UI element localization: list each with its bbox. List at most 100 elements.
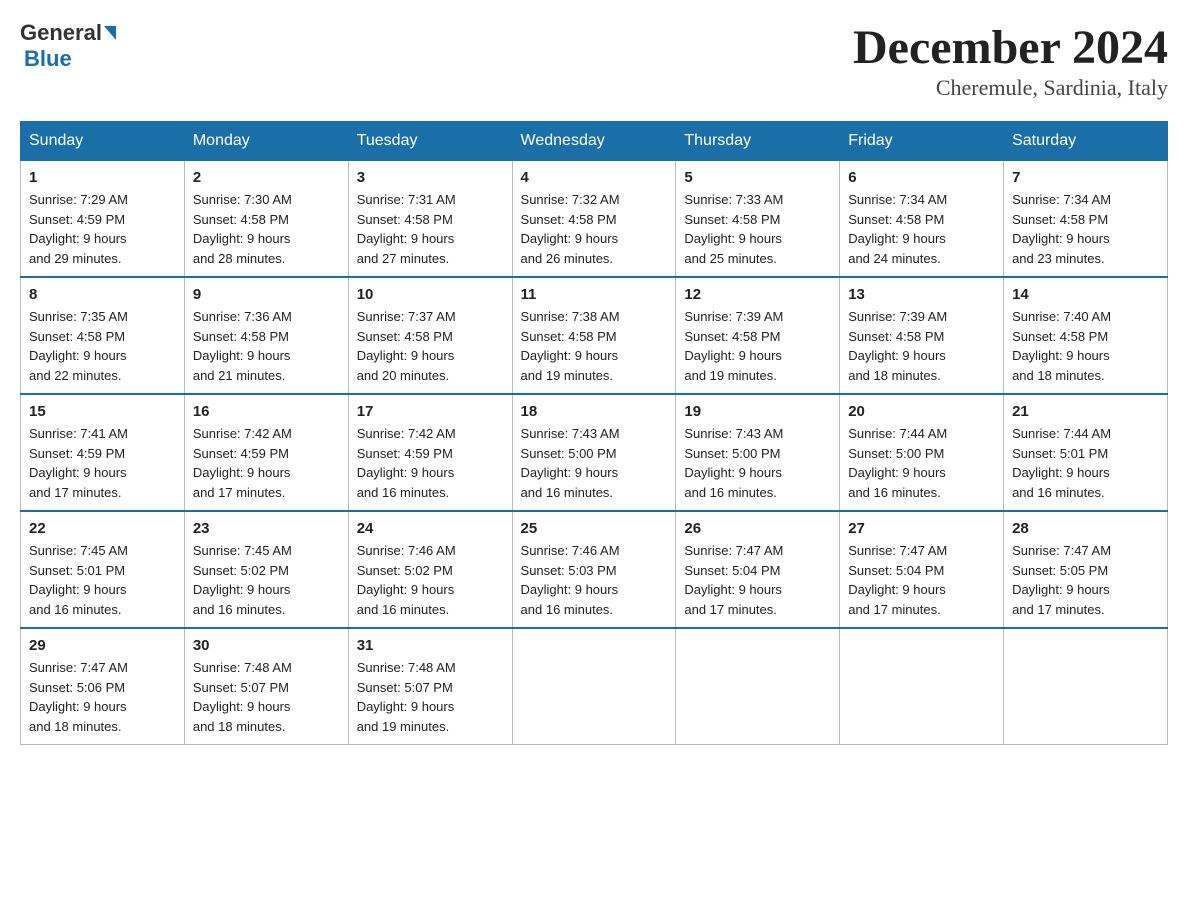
day-info: Sunrise: 7:35 AM Sunset: 4:58 PM Dayligh…: [29, 307, 176, 385]
day-number: 30: [193, 637, 340, 654]
calendar-cell: 19 Sunrise: 7:43 AM Sunset: 5:00 PM Dayl…: [676, 394, 840, 511]
calendar-cell: 10 Sunrise: 7:37 AM Sunset: 4:58 PM Dayl…: [348, 277, 512, 394]
calendar-cell: 5 Sunrise: 7:33 AM Sunset: 4:58 PM Dayli…: [676, 161, 840, 278]
day-number: 19: [684, 403, 831, 420]
calendar-cell: 2 Sunrise: 7:30 AM Sunset: 4:58 PM Dayli…: [184, 161, 348, 278]
day-info: Sunrise: 7:37 AM Sunset: 4:58 PM Dayligh…: [357, 307, 504, 385]
day-info: Sunrise: 7:38 AM Sunset: 4:58 PM Dayligh…: [521, 307, 668, 385]
day-info: Sunrise: 7:40 AM Sunset: 4:58 PM Dayligh…: [1012, 307, 1159, 385]
day-number: 17: [357, 403, 504, 420]
calendar-cell: 13 Sunrise: 7:39 AM Sunset: 4:58 PM Dayl…: [840, 277, 1004, 394]
weekday-header-thursday: Thursday: [676, 122, 840, 161]
calendar-cell: 3 Sunrise: 7:31 AM Sunset: 4:58 PM Dayli…: [348, 161, 512, 278]
weekday-header-row: SundayMondayTuesdayWednesdayThursdayFrid…: [21, 122, 1168, 161]
day-info: Sunrise: 7:45 AM Sunset: 5:01 PM Dayligh…: [29, 541, 176, 619]
logo-text: General: [20, 20, 118, 46]
day-number: 4: [521, 169, 668, 186]
calendar-week-row: 8 Sunrise: 7:35 AM Sunset: 4:58 PM Dayli…: [21, 277, 1168, 394]
day-info: Sunrise: 7:45 AM Sunset: 5:02 PM Dayligh…: [193, 541, 340, 619]
day-number: 5: [684, 169, 831, 186]
calendar-cell: 1 Sunrise: 7:29 AM Sunset: 4:59 PM Dayli…: [21, 161, 185, 278]
day-number: 23: [193, 520, 340, 537]
day-info: Sunrise: 7:39 AM Sunset: 4:58 PM Dayligh…: [848, 307, 995, 385]
day-number: 27: [848, 520, 995, 537]
day-info: Sunrise: 7:34 AM Sunset: 4:58 PM Dayligh…: [1012, 190, 1159, 268]
calendar-cell: 24 Sunrise: 7:46 AM Sunset: 5:02 PM Dayl…: [348, 511, 512, 628]
day-number: 18: [521, 403, 668, 420]
calendar-week-row: 1 Sunrise: 7:29 AM Sunset: 4:59 PM Dayli…: [21, 161, 1168, 278]
calendar-cell: 17 Sunrise: 7:42 AM Sunset: 4:59 PM Dayl…: [348, 394, 512, 511]
weekday-header-tuesday: Tuesday: [348, 122, 512, 161]
calendar-cell: 15 Sunrise: 7:41 AM Sunset: 4:59 PM Dayl…: [21, 394, 185, 511]
calendar-cell: 27 Sunrise: 7:47 AM Sunset: 5:04 PM Dayl…: [840, 511, 1004, 628]
calendar-cell: 6 Sunrise: 7:34 AM Sunset: 4:58 PM Dayli…: [840, 161, 1004, 278]
calendar-cell: 16 Sunrise: 7:42 AM Sunset: 4:59 PM Dayl…: [184, 394, 348, 511]
page-subtitle: Cheremule, Sardinia, Italy: [853, 75, 1168, 101]
day-number: 13: [848, 286, 995, 303]
day-info: Sunrise: 7:46 AM Sunset: 5:02 PM Dayligh…: [357, 541, 504, 619]
calendar-table: SundayMondayTuesdayWednesdayThursdayFrid…: [20, 121, 1168, 745]
calendar-cell: [1004, 628, 1168, 745]
calendar-cell: 23 Sunrise: 7:45 AM Sunset: 5:02 PM Dayl…: [184, 511, 348, 628]
calendar-cell: 18 Sunrise: 7:43 AM Sunset: 5:00 PM Dayl…: [512, 394, 676, 511]
day-number: 10: [357, 286, 504, 303]
day-number: 16: [193, 403, 340, 420]
calendar-week-row: 29 Sunrise: 7:47 AM Sunset: 5:06 PM Dayl…: [21, 628, 1168, 745]
calendar-cell: 21 Sunrise: 7:44 AM Sunset: 5:01 PM Dayl…: [1004, 394, 1168, 511]
day-number: 12: [684, 286, 831, 303]
page-title: December 2024: [853, 20, 1168, 75]
day-info: Sunrise: 7:43 AM Sunset: 5:00 PM Dayligh…: [684, 424, 831, 502]
day-info: Sunrise: 7:47 AM Sunset: 5:04 PM Dayligh…: [684, 541, 831, 619]
calendar-cell: 22 Sunrise: 7:45 AM Sunset: 5:01 PM Dayl…: [21, 511, 185, 628]
calendar-cell: [840, 628, 1004, 745]
day-number: 25: [521, 520, 668, 537]
day-number: 1: [29, 169, 176, 186]
weekday-header-monday: Monday: [184, 122, 348, 161]
day-info: Sunrise: 7:29 AM Sunset: 4:59 PM Dayligh…: [29, 190, 176, 268]
calendar-week-row: 22 Sunrise: 7:45 AM Sunset: 5:01 PM Dayl…: [21, 511, 1168, 628]
day-info: Sunrise: 7:44 AM Sunset: 5:01 PM Dayligh…: [1012, 424, 1159, 502]
day-number: 24: [357, 520, 504, 537]
day-info: Sunrise: 7:47 AM Sunset: 5:05 PM Dayligh…: [1012, 541, 1159, 619]
calendar-cell: [676, 628, 840, 745]
day-number: 3: [357, 169, 504, 186]
calendar-cell: 26 Sunrise: 7:47 AM Sunset: 5:04 PM Dayl…: [676, 511, 840, 628]
day-number: 8: [29, 286, 176, 303]
day-info: Sunrise: 7:34 AM Sunset: 4:58 PM Dayligh…: [848, 190, 995, 268]
calendar-cell: 8 Sunrise: 7:35 AM Sunset: 4:58 PM Dayli…: [21, 277, 185, 394]
day-number: 22: [29, 520, 176, 537]
page-header: General Blue December 2024 Cheremule, Sa…: [20, 20, 1168, 101]
day-info: Sunrise: 7:48 AM Sunset: 5:07 PM Dayligh…: [357, 658, 504, 736]
weekday-header-wednesday: Wednesday: [512, 122, 676, 161]
calendar-cell: 14 Sunrise: 7:40 AM Sunset: 4:58 PM Dayl…: [1004, 277, 1168, 394]
calendar-cell: 11 Sunrise: 7:38 AM Sunset: 4:58 PM Dayl…: [512, 277, 676, 394]
weekday-header-friday: Friday: [840, 122, 1004, 161]
title-block: December 2024 Cheremule, Sardinia, Italy: [853, 20, 1168, 101]
day-number: 26: [684, 520, 831, 537]
day-number: 29: [29, 637, 176, 654]
day-number: 14: [1012, 286, 1159, 303]
calendar-cell: 9 Sunrise: 7:36 AM Sunset: 4:58 PM Dayli…: [184, 277, 348, 394]
calendar-cell: 28 Sunrise: 7:47 AM Sunset: 5:05 PM Dayl…: [1004, 511, 1168, 628]
day-info: Sunrise: 7:42 AM Sunset: 4:59 PM Dayligh…: [357, 424, 504, 502]
logo-general-text: General: [20, 20, 102, 46]
day-info: Sunrise: 7:47 AM Sunset: 5:06 PM Dayligh…: [29, 658, 176, 736]
day-info: Sunrise: 7:36 AM Sunset: 4:58 PM Dayligh…: [193, 307, 340, 385]
day-number: 28: [1012, 520, 1159, 537]
day-info: Sunrise: 7:41 AM Sunset: 4:59 PM Dayligh…: [29, 424, 176, 502]
day-number: 7: [1012, 169, 1159, 186]
day-number: 2: [193, 169, 340, 186]
logo: General Blue: [20, 20, 118, 72]
day-info: Sunrise: 7:33 AM Sunset: 4:58 PM Dayligh…: [684, 190, 831, 268]
day-info: Sunrise: 7:47 AM Sunset: 5:04 PM Dayligh…: [848, 541, 995, 619]
calendar-cell: 30 Sunrise: 7:48 AM Sunset: 5:07 PM Dayl…: [184, 628, 348, 745]
day-number: 20: [848, 403, 995, 420]
calendar-cell: 7 Sunrise: 7:34 AM Sunset: 4:58 PM Dayli…: [1004, 161, 1168, 278]
day-info: Sunrise: 7:39 AM Sunset: 4:58 PM Dayligh…: [684, 307, 831, 385]
calendar-cell: [512, 628, 676, 745]
day-info: Sunrise: 7:44 AM Sunset: 5:00 PM Dayligh…: [848, 424, 995, 502]
day-info: Sunrise: 7:30 AM Sunset: 4:58 PM Dayligh…: [193, 190, 340, 268]
day-info: Sunrise: 7:31 AM Sunset: 4:58 PM Dayligh…: [357, 190, 504, 268]
day-number: 15: [29, 403, 176, 420]
day-number: 11: [521, 286, 668, 303]
